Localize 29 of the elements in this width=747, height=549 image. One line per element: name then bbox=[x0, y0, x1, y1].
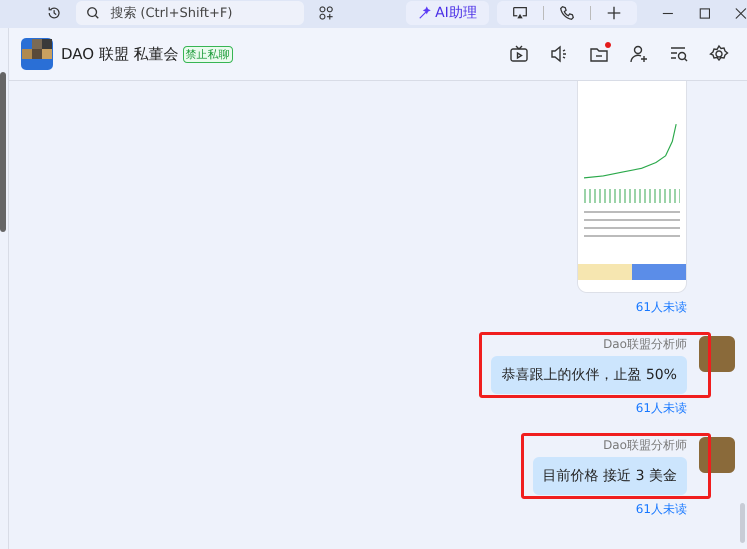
tv-icon[interactable] bbox=[509, 44, 529, 64]
unread-count[interactable]: 61人未读 bbox=[636, 400, 687, 417]
close-icon[interactable] bbox=[735, 6, 747, 20]
sparkle-icon bbox=[418, 6, 432, 20]
scrollbar-thumb[interactable] bbox=[0, 72, 6, 232]
plus-icon[interactable] bbox=[604, 4, 623, 22]
sender-name: Dao联盟分析师 bbox=[603, 437, 687, 454]
ai-assistant-button[interactable]: AI助理 bbox=[406, 1, 489, 25]
group-avatar-icon[interactable] bbox=[21, 38, 53, 70]
search-input[interactable]: 搜索 (Ctrl+Shift+F) bbox=[108, 4, 294, 22]
avatar-placeholder[interactable] bbox=[699, 336, 735, 372]
add-person-icon[interactable] bbox=[629, 44, 649, 64]
phone-icon[interactable] bbox=[558, 4, 576, 22]
settings-icon[interactable] bbox=[709, 44, 729, 64]
speaker-icon[interactable] bbox=[549, 44, 569, 64]
chat-title: DAO 联盟 私董会 bbox=[61, 44, 179, 64]
search-field[interactable]: 搜索 (Ctrl+Shift+F) bbox=[76, 1, 304, 25]
scrollbar-thumb[interactable] bbox=[740, 503, 745, 543]
search-icon bbox=[86, 6, 100, 20]
group-tag: 禁止私聊 bbox=[182, 46, 233, 62]
message-bubble: 目前价格 接近 3 美金 bbox=[532, 457, 687, 495]
sender-name: Dao联盟分析师 bbox=[603, 336, 687, 353]
maximize-icon[interactable] bbox=[698, 6, 710, 20]
avatar-placeholder[interactable] bbox=[699, 437, 735, 473]
message-bubble: 恭喜跟上的伙伴，止盈 50% bbox=[491, 356, 687, 394]
unread-count[interactable]: 61人未读 bbox=[636, 501, 687, 518]
apps-add-icon[interactable] bbox=[318, 4, 334, 22]
stock-app-screenshot[interactable] bbox=[577, 81, 687, 293]
unread-count[interactable]: 61人未读 bbox=[636, 299, 687, 316]
